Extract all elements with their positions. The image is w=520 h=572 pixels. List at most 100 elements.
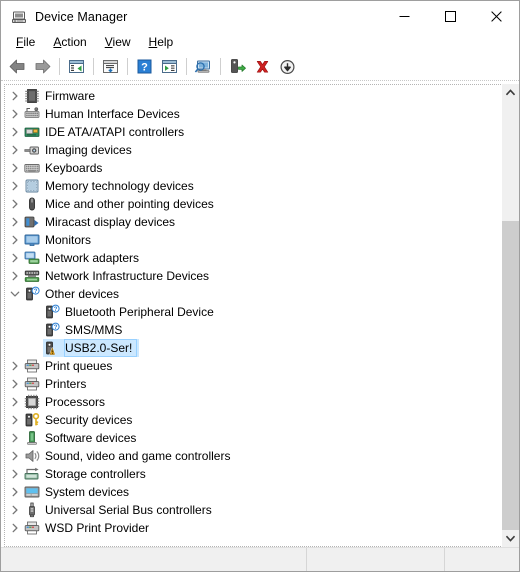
tree-item-memory-technology-devices[interactable]: Memory technology devices [5,177,501,195]
chevron-right-icon[interactable] [10,217,20,227]
tree-item-universal-serial-bus-controllers[interactable]: Universal Serial Bus controllers [5,501,501,519]
chevron-right-icon[interactable] [10,361,20,371]
tree-expander[interactable] [7,286,23,302]
scan-for-hardware-changes-button[interactable] [191,55,216,78]
scrollbar-track[interactable] [502,101,519,530]
chevron-right-icon[interactable] [10,379,20,389]
processor-icon [24,394,40,410]
tree-item-sound-video-and-game-controllers[interactable]: Sound, video and game controllers [5,447,501,465]
chevron-right-icon[interactable] [10,199,20,209]
chevron-right-icon[interactable] [10,433,20,443]
keyboard-icon [24,164,40,173]
show-hide-console-tree-button[interactable] [64,55,89,78]
tree-item-wsd-print-provider[interactable]: WSD Print Provider [5,519,501,537]
chevron-right-icon[interactable] [10,253,20,263]
tree-item-system-devices[interactable]: System devices [5,483,501,501]
tree-expander[interactable] [7,160,23,176]
tree-expander[interactable] [7,466,23,482]
tree-expander[interactable] [7,178,23,194]
chevron-right-icon[interactable] [10,109,20,119]
tree-item-ide-ata-atapi-controllers[interactable]: IDE ATA/ATAPI controllers [5,123,501,141]
tree-item-content: Processors [23,393,112,411]
tree-expander[interactable] [7,268,23,284]
chevron-right-icon[interactable] [10,451,20,461]
tree-expander[interactable] [7,142,23,158]
chevron-right-icon[interactable] [10,505,20,515]
tree-expander[interactable] [7,430,23,446]
tree-expander[interactable] [7,448,23,464]
disable-device-button[interactable] [275,55,300,78]
show-hide-action-pane-button[interactable] [157,55,182,78]
chevron-right-icon[interactable] [10,271,20,281]
update-driver-button[interactable] [225,55,250,78]
tree-expander[interactable] [7,232,23,248]
tree-item-storage-controllers[interactable]: Storage controllers [5,465,501,483]
tree-item-usb2-0-ser[interactable]: USB2.0-Ser! [5,339,501,357]
close-icon [490,11,502,22]
properties-button[interactable] [98,55,123,78]
tree-item-content: Printers [23,375,93,393]
tree-item-network-adapters[interactable]: Network adapters [5,249,501,267]
maximize-button[interactable] [427,1,473,32]
tree-expander[interactable] [7,520,23,536]
chevron-right-icon[interactable] [10,145,20,155]
tree-item-monitors[interactable]: Monitors [5,231,501,249]
tree-item-imaging-devices[interactable]: Imaging devices [5,141,501,159]
tree-item-bluetooth-peripheral-device[interactable]: ? Bluetooth Peripheral Device [5,303,501,321]
tree-item-print-queues[interactable]: Print queues [5,357,501,375]
back-button[interactable] [5,55,30,78]
tree-item-human-interface-devices[interactable]: Human Interface Devices [5,105,501,123]
tree-item-printers[interactable]: Printers [5,375,501,393]
chevron-right-icon[interactable] [10,181,20,191]
forward-button[interactable] [30,55,55,78]
tree-item-software-devices[interactable]: Software devices [5,429,501,447]
tree-expander[interactable] [7,502,23,518]
tree-item-sms-mms[interactable]: ? SMS/MMS [5,321,501,339]
help-button[interactable]: ? [132,55,157,78]
tree-expander[interactable] [7,124,23,140]
tree-item-label: Keyboards [45,161,103,175]
chevron-right-icon[interactable] [10,235,20,245]
close-button[interactable] [473,1,519,32]
tree-expander[interactable] [7,376,23,392]
chevron-right-icon[interactable] [10,163,20,173]
chevron-right-icon[interactable] [10,415,20,425]
tree-expander[interactable] [7,250,23,266]
tree-expander[interactable] [7,196,23,212]
chevron-right-icon[interactable] [10,523,20,533]
chevron-right-icon[interactable] [10,127,20,137]
tree-expander[interactable] [7,88,23,104]
tree-expander[interactable] [7,394,23,410]
vertical-scrollbar[interactable] [501,84,519,547]
menu-file[interactable]: File [7,33,44,52]
tree-item-firmware[interactable]: Firmware [5,87,501,105]
tree-item-processors[interactable]: Processors [5,393,501,411]
tree-expander[interactable] [7,358,23,374]
tree-item-network-infrastructure-devices[interactable]: Network Infrastructure Devices [5,267,501,285]
tree-expander[interactable] [7,484,23,500]
tree-expander[interactable] [7,106,23,122]
device-tree[interactable]: Firmware Human Interface Devices IDE ATA/A… [5,85,501,537]
chevron-right-icon[interactable] [10,91,20,101]
menu-action[interactable]: Action [44,33,95,52]
menu-view[interactable]: View [96,33,140,52]
uninstall-device-button[interactable] [250,55,275,78]
tree-expander[interactable] [7,412,23,428]
tree-item-content: System devices [23,483,136,501]
scrollbar-thumb[interactable] [502,221,519,530]
chevron-right-icon[interactable] [10,469,20,479]
chevron-down-icon[interactable] [10,289,20,299]
chevron-right-icon[interactable] [10,487,20,497]
tree-item-mice-and-other-pointing-devices[interactable]: Mice and other pointing devices [5,195,501,213]
chevron-right-icon[interactable] [10,397,20,407]
minimize-button[interactable] [381,1,427,32]
tree-expander[interactable] [7,214,23,230]
tree-item-miracast-display-devices[interactable]: Miracast display devices [5,213,501,231]
scroll-down-button[interactable] [502,530,519,547]
tree-item-keyboards[interactable]: Keyboards [5,159,501,177]
printer-icon [24,359,40,373]
tree-item-security-devices[interactable]: Security devices [5,411,501,429]
scroll-up-button[interactable] [502,84,519,101]
tree-item-other-devices[interactable]: ? Other devices [5,285,501,303]
menu-help[interactable]: Help [140,33,183,52]
